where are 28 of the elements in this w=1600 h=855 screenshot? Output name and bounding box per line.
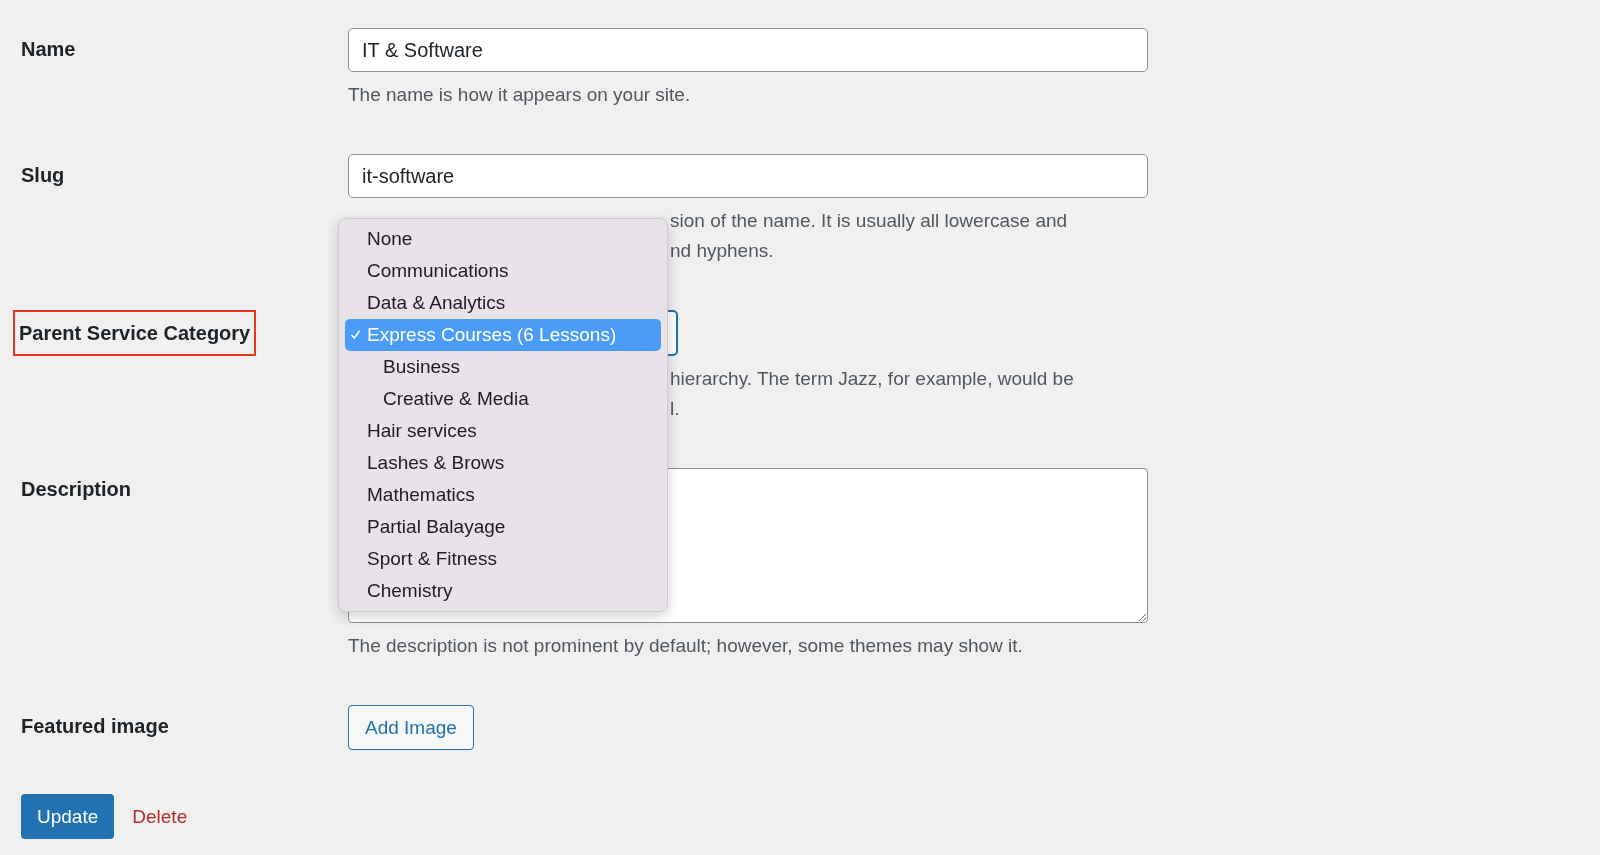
check-icon: [350, 329, 361, 340]
menu-option[interactable]: Creative & Media: [345, 383, 661, 415]
menu-option[interactable]: Mathematics: [345, 479, 661, 511]
hint-text: hierarchy. The term Jazz, for example, would be: [670, 367, 1074, 391]
field-label: Slug: [21, 163, 65, 188]
menu-option[interactable]: Lashes & Brows: [345, 447, 661, 479]
hint-text: sion of the name. It is usually all lowercase and: [670, 209, 1068, 233]
field-label: Description: [21, 477, 132, 502]
menu-option[interactable]: Sport & Fitness: [345, 543, 661, 575]
menu-option[interactable]: Chemistry: [345, 575, 661, 607]
delete-link[interactable]: Delete: [132, 805, 188, 828]
text-field[interactable]: IT & Software: [348, 28, 1148, 72]
menu-option[interactable]: Communications: [345, 255, 661, 287]
hint-text: nd hyphens.: [670, 239, 774, 263]
field-label: Featured image: [21, 714, 169, 739]
field-label: Parent Service Category: [13, 310, 257, 356]
menu-option[interactable]: Data & Analytics: [345, 287, 661, 319]
hint-text: l.: [670, 397, 680, 421]
menu-option[interactable]: Business: [345, 351, 661, 383]
hint-text: The name is how it appears on your site.: [348, 83, 691, 107]
hint-text: The description is not prominent by default; however, some themes may show it.: [348, 634, 1023, 658]
text-field[interactable]: it-software: [348, 154, 1148, 198]
menu-option[interactable]: Hair services: [345, 415, 661, 447]
menu-option[interactable]: Partial Balayage: [345, 511, 661, 543]
update-button[interactable]: Update: [21, 794, 115, 839]
add-image-button[interactable]: Add Image: [348, 705, 474, 750]
field-label: Name: [21, 37, 76, 62]
menu-option[interactable]: None: [345, 223, 661, 255]
